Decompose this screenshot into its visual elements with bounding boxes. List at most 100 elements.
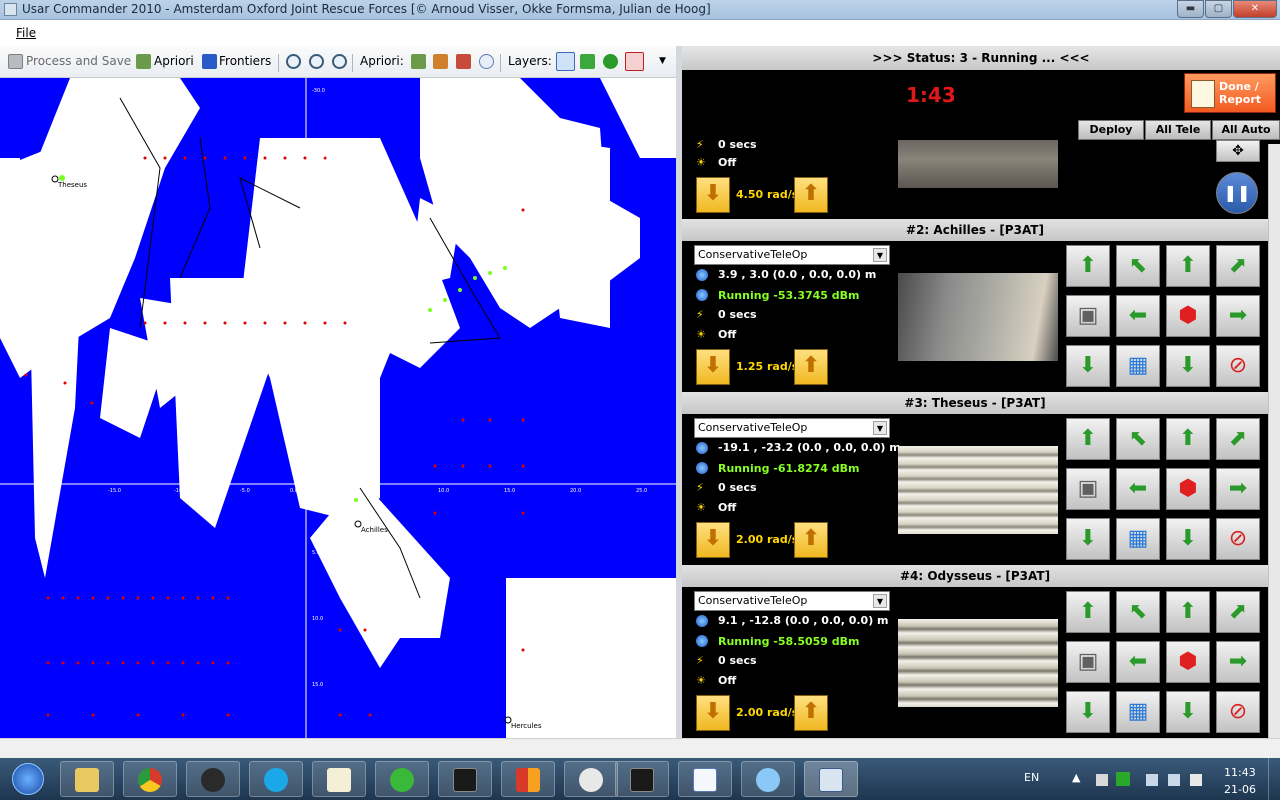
- clock-time[interactable]: 11:43: [1224, 766, 1256, 779]
- arrow-left-button[interactable]: ⬅: [1116, 295, 1160, 337]
- clock-date[interactable]: 21-06: [1224, 783, 1256, 796]
- arrow-up-left-button[interactable]: ⬉: [1116, 418, 1160, 460]
- arrow-down-button[interactable]: ⬇: [1166, 691, 1210, 733]
- arrow-up-right-button[interactable]: ⬈: [1216, 418, 1260, 460]
- all-tele-button[interactable]: All Tele: [1145, 120, 1211, 140]
- tray-volume-icon[interactable]: [1168, 774, 1180, 786]
- mode-select[interactable]: ConservativeTeleOp ▼: [694, 418, 890, 438]
- arrow-right-button[interactable]: ➡: [1216, 295, 1260, 337]
- map-view[interactable]: -30.0 -25.0 -20.0 -15.0 -10.0 -5.0 0.0 5…: [0, 78, 679, 738]
- image-button[interactable]: ▦: [1116, 345, 1160, 387]
- arrow-up-button[interactable]: ⬆: [1166, 591, 1210, 633]
- pause-button[interactable]: ❚❚: [1216, 172, 1258, 214]
- maximize-button[interactable]: ▢: [1205, 0, 1232, 18]
- arrow-down-button[interactable]: ⬇: [1066, 518, 1110, 560]
- tray-app-icon[interactable]: [1116, 772, 1130, 786]
- tray-pen-icon[interactable]: [1190, 774, 1202, 786]
- camera-button[interactable]: ▣: [1066, 295, 1110, 337]
- rate-down-button[interactable]: ⬇: [696, 695, 730, 731]
- panel-scrollbar[interactable]: [1268, 144, 1280, 738]
- camera-button[interactable]: ▣: [1066, 468, 1110, 510]
- arrow-left-button[interactable]: ⬅: [1116, 641, 1160, 683]
- apriori-victims-icon[interactable]: [433, 54, 448, 69]
- taskbar-app-alien[interactable]: [186, 761, 240, 797]
- layers-arrow-icon[interactable]: [580, 54, 595, 69]
- layers-close-icon[interactable]: [625, 52, 644, 71]
- taskbar-console-2[interactable]: [615, 761, 669, 797]
- rate-down-button[interactable]: ⬇: [696, 522, 730, 558]
- arrow-up-button[interactable]: ⬆: [1066, 245, 1110, 287]
- cancel-button[interactable]: ⊘: [1216, 691, 1260, 733]
- minimize-button[interactable]: ▬: [1177, 0, 1204, 18]
- rate-down-button[interactable]: ⬇: [696, 177, 730, 213]
- rate-up-button[interactable]: ⬆: [794, 695, 828, 731]
- taskbar-chrome[interactable]: [123, 761, 177, 797]
- arrow-left-button[interactable]: ⬅: [1116, 468, 1160, 510]
- mode-select[interactable]: ConservativeTeleOp ▼: [694, 591, 890, 611]
- arrow-up-left-button[interactable]: ⬉: [1116, 245, 1160, 287]
- stop-button[interactable]: ⬢: [1166, 295, 1210, 337]
- arrow-up-button[interactable]: ⬆: [1066, 591, 1110, 633]
- zoom-fit-icon[interactable]: [332, 54, 347, 69]
- image-button[interactable]: ▦: [1116, 691, 1160, 733]
- taskbar-skype[interactable]: [249, 761, 303, 797]
- taskbar-usar-commander[interactable]: [804, 761, 858, 797]
- cancel-button[interactable]: ⊘: [1216, 518, 1260, 560]
- taskbar-notepad[interactable]: [312, 761, 366, 797]
- arrow-down-button[interactable]: ⬇: [1166, 345, 1210, 387]
- menu-file[interactable]: File: [16, 26, 36, 40]
- language-indicator[interactable]: EN: [1024, 771, 1039, 784]
- toolbar-overflow-icon[interactable]: ▼: [659, 56, 666, 66]
- done-report-button[interactable]: Done / Report: [1184, 73, 1276, 113]
- arrow-up-right-button[interactable]: ⬈: [1216, 245, 1260, 287]
- arrow-down-button[interactable]: ⬇: [1066, 345, 1110, 387]
- taskbar-app-puzzle[interactable]: [501, 761, 555, 797]
- rate-down-button[interactable]: ⬇: [696, 349, 730, 385]
- frontiers-button[interactable]: Frontiers: [219, 54, 271, 68]
- taskbar-app-doc[interactable]: [678, 761, 732, 797]
- cancel-button[interactable]: ⊘: [1216, 345, 1260, 387]
- show-hidden-icons[interactable]: ▲: [1072, 771, 1080, 784]
- apriori-image-icon[interactable]: [456, 54, 471, 69]
- process-and-save-button[interactable]: Process and Save: [26, 54, 131, 68]
- folder-icon: [75, 768, 99, 792]
- close-button[interactable]: ✕: [1233, 0, 1277, 18]
- arrow-up-button[interactable]: ⬆: [1066, 418, 1110, 460]
- rate-up-button[interactable]: ⬆: [794, 349, 828, 385]
- layers-check-icon[interactable]: [603, 54, 618, 69]
- image-button[interactable]: ▦: [1116, 518, 1160, 560]
- camera-button[interactable]: ▣: [1066, 641, 1110, 683]
- zoom-in-icon[interactable]: [286, 54, 301, 69]
- taskbar-app-eye[interactable]: [564, 761, 618, 797]
- deploy-button[interactable]: Deploy: [1078, 120, 1144, 140]
- tray-flag-icon[interactable]: [1096, 774, 1108, 786]
- move-cross-button[interactable]: ✥: [1216, 140, 1260, 162]
- arrow-up-button[interactable]: ⬆: [1166, 418, 1210, 460]
- arrow-up-button[interactable]: ⬆: [1166, 245, 1210, 287]
- stop-button[interactable]: ⬢: [1166, 641, 1210, 683]
- stop-button[interactable]: ⬢: [1166, 468, 1210, 510]
- taskbar-app-search[interactable]: [741, 761, 795, 797]
- arrow-up-right-button[interactable]: ⬈: [1216, 591, 1260, 633]
- tray-network-icon[interactable]: [1146, 774, 1158, 786]
- rate-up-button[interactable]: ⬆: [794, 522, 828, 558]
- taskbar-messenger[interactable]: [375, 761, 429, 797]
- start-button[interactable]: [2, 760, 54, 798]
- arrow-down-button[interactable]: ⬇: [1066, 691, 1110, 733]
- map-canvas[interactable]: -30.0 -25.0 -20.0 -15.0 -10.0 -5.0 0.0 5…: [0, 78, 679, 738]
- taskbar-console[interactable]: [438, 761, 492, 797]
- taskbar-explorer[interactable]: [60, 761, 114, 797]
- apriori-button[interactable]: Apriori: [154, 54, 194, 68]
- arrow-right-button[interactable]: ➡: [1216, 641, 1260, 683]
- mode-select[interactable]: ConservativeTeleOp ▼: [694, 245, 890, 265]
- apriori-layer-icon[interactable]: [411, 54, 426, 69]
- apriori-clock-icon[interactable]: [479, 54, 494, 69]
- all-auto-button[interactable]: All Auto: [1212, 120, 1280, 140]
- layers-globe-icon[interactable]: [556, 52, 575, 71]
- rate-up-button[interactable]: ⬆: [794, 177, 828, 213]
- arrow-up-left-button[interactable]: ⬉: [1116, 591, 1160, 633]
- arrow-right-button[interactable]: ➡: [1216, 468, 1260, 510]
- show-desktop-button[interactable]: [1268, 758, 1280, 800]
- zoom-out-icon[interactable]: [309, 54, 324, 69]
- arrow-down-button[interactable]: ⬇: [1166, 518, 1210, 560]
